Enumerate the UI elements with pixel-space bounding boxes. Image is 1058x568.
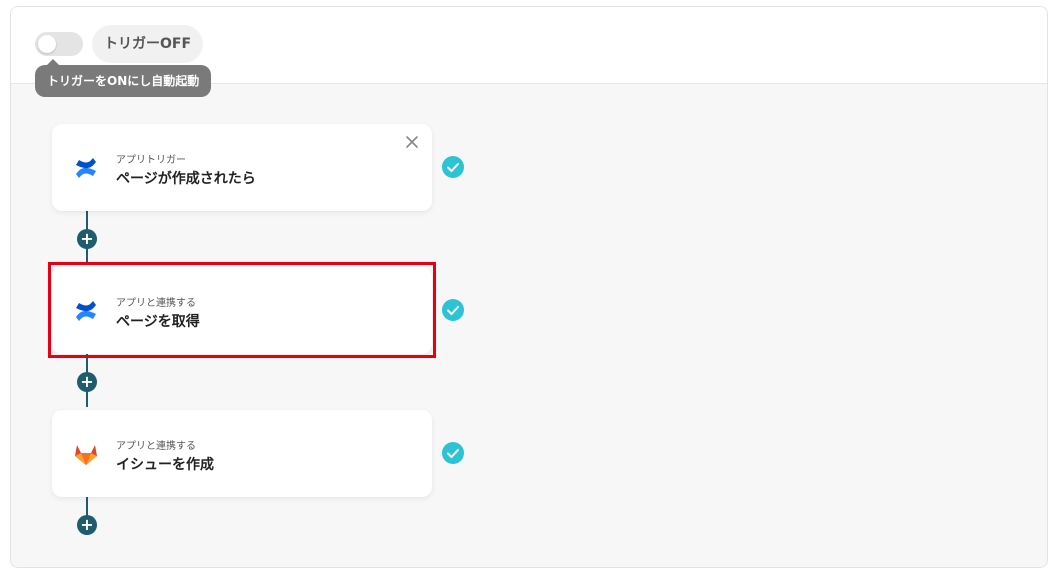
trigger-status-label: トリガーOFF <box>92 25 204 63</box>
flow-step-trigger[interactable]: アプリトリガー ページが作成されたら <box>52 124 432 211</box>
step-kind-label: アプリと連携する <box>116 298 196 309</box>
trigger-tooltip: トリガーをONにし自動起動 <box>35 59 212 97</box>
check-icon <box>441 441 465 465</box>
confluence-icon <box>72 297 100 325</box>
flow-step-create-issue[interactable]: アプリと連携する イシューを作成 <box>52 410 432 497</box>
toggle-knob <box>38 35 56 53</box>
trigger-toggle[interactable] <box>35 32 83 56</box>
step-kind-label: アプリトリガー <box>116 155 186 166</box>
gitlab-icon <box>72 440 100 468</box>
add-step-button[interactable]: + <box>77 372 97 392</box>
check-icon <box>441 155 465 179</box>
confluence-icon <box>72 154 100 182</box>
check-icon <box>441 298 465 322</box>
step-kind-label: アプリと連携する <box>116 441 196 452</box>
flow-editor: トリガーOFF トリガーをONにし自動起動 アプリトリガー ページが作成されたら… <box>10 6 1048 568</box>
step-title: イシューを作成 <box>116 457 214 473</box>
step-title: ページが作成されたら <box>116 171 256 187</box>
add-step-button[interactable]: + <box>77 515 97 535</box>
flow-step-get-page[interactable]: アプリと連携する ページを取得 <box>52 267 432 354</box>
step-title: ページを取得 <box>116 314 200 330</box>
add-step-button[interactable]: + <box>77 229 97 249</box>
close-icon[interactable] <box>404 134 420 150</box>
